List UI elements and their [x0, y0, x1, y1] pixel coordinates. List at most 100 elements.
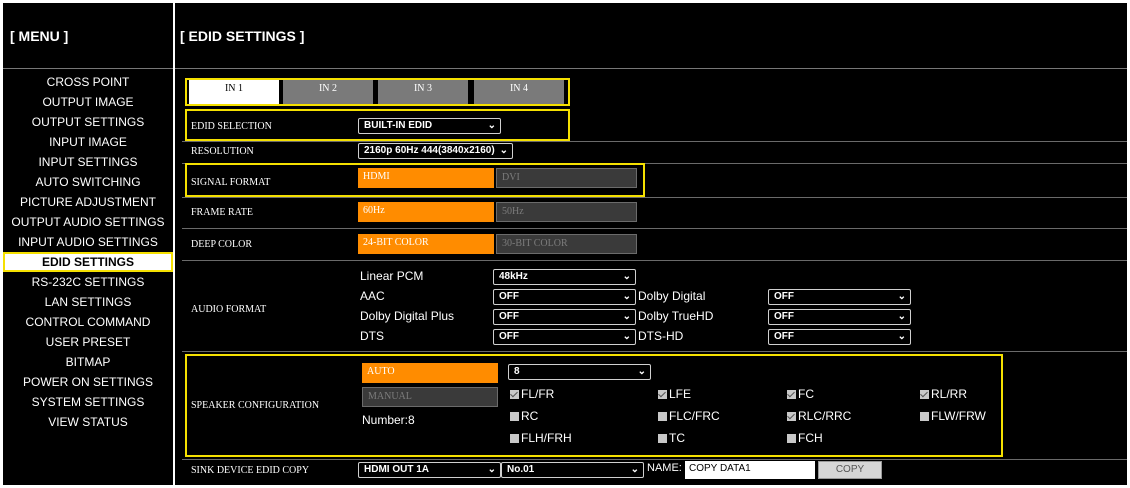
dolby-digital-plus-select[interactable]: OFF ⌄: [493, 309, 636, 325]
checkbox-flw-frw[interactable]: FLW/FRW: [920, 409, 986, 423]
deep-color-label: DEEP COLOR: [191, 239, 253, 250]
speaker-auto-button[interactable]: AUTO: [362, 363, 498, 383]
frame-rate-label: FRAME RATE: [191, 207, 253, 218]
page-title: [ EDID SETTINGS ]: [175, 3, 1127, 69]
checkbox-fch-label: FCH: [798, 431, 823, 445]
dolby-digital-plus-label: Dolby Digital Plus: [360, 309, 455, 323]
speaker-count-select[interactable]: 8 ⌄: [508, 364, 651, 380]
sink-output-select[interactable]: HDMI OUT 1A ⌄: [358, 462, 501, 478]
divider: [182, 228, 1127, 229]
checkbox-flh-frh[interactable]: FLH/FRH: [510, 431, 572, 445]
checkbox-fc[interactable]: FC: [787, 387, 814, 401]
checkbox-flh-frh-label: FLH/FRH: [521, 431, 572, 445]
menu-item-output-image[interactable]: OUTPUT IMAGE: [3, 92, 173, 112]
divider: [182, 141, 1127, 142]
tab-in-1[interactable]: IN 1: [189, 80, 279, 104]
menu-item-picture-adjustment[interactable]: PICTURE ADJUSTMENT: [3, 192, 173, 212]
menu-item-output-settings[interactable]: OUTPUT SETTINGS: [3, 112, 173, 132]
frame-rate-50hz-button[interactable]: 50Hz: [496, 202, 637, 222]
menu-item-input-image[interactable]: INPUT IMAGE: [3, 132, 173, 152]
chevron-down-icon: ⌄: [487, 464, 496, 475]
chevron-down-icon: ⌄: [487, 120, 496, 131]
checkbox-unchecked-icon: [658, 412, 667, 421]
menu-item-output-audio-settings[interactable]: OUTPUT AUDIO SETTINGS: [3, 212, 173, 232]
dts-hd-value: OFF: [774, 331, 794, 342]
dolby-truehd-value: OFF: [774, 311, 794, 322]
checkbox-rc[interactable]: RC: [510, 409, 538, 423]
dolby-truehd-label: Dolby TrueHD: [638, 309, 714, 323]
resolution-select[interactable]: 2160p 60Hz 444(3840x2160) ⌄: [358, 143, 513, 159]
linear-pcm-select[interactable]: 48kHz ⌄: [493, 269, 636, 285]
checkbox-rlc-rrc[interactable]: RLC/RRC: [787, 409, 851, 423]
dts-select[interactable]: OFF ⌄: [493, 329, 636, 345]
edid-selection-select[interactable]: BUILT-IN EDID ⌄: [358, 118, 501, 134]
checkbox-checked-icon: [658, 390, 667, 399]
speaker-count-value: 8: [514, 366, 520, 377]
signal-format-label: SIGNAL FORMAT: [191, 177, 271, 188]
audio-format-label: AUDIO FORMAT: [191, 304, 267, 315]
menu-item-power-on-settings[interactable]: POWER ON SETTINGS: [3, 372, 173, 392]
input-tabs: IN 1 IN 2 IN 3 IN 4: [185, 78, 570, 106]
checkbox-flw-frw-label: FLW/FRW: [931, 409, 986, 423]
divider: [182, 260, 1127, 261]
menu-item-rs232c-settings[interactable]: RS-232C SETTINGS: [3, 272, 173, 292]
dolby-truehd-select[interactable]: OFF ⌄: [768, 309, 911, 325]
checkbox-fch[interactable]: FCH: [787, 431, 823, 445]
deep-color-30bit-button[interactable]: 30-BIT COLOR: [496, 234, 637, 254]
checkbox-unchecked-icon: [510, 412, 519, 421]
menu-item-input-settings[interactable]: INPUT SETTINGS: [3, 152, 173, 172]
checkbox-lfe[interactable]: LFE: [658, 387, 691, 401]
menu-item-edid-settings[interactable]: EDID SETTINGS: [3, 252, 173, 272]
tab-in-2[interactable]: IN 2: [283, 80, 373, 104]
dolby-digital-value: OFF: [774, 291, 794, 302]
tab-in-4[interactable]: IN 4: [474, 80, 564, 104]
menu-item-view-status[interactable]: VIEW STATUS: [3, 412, 173, 432]
dts-value: OFF: [499, 331, 519, 342]
edid-selection-value: BUILT-IN EDID: [364, 120, 433, 131]
menu-item-auto-switching[interactable]: AUTO SWITCHING: [3, 172, 173, 192]
signal-format-dvi-button[interactable]: DVI: [496, 168, 637, 188]
menu-item-cross-point[interactable]: CROSS POINT: [3, 72, 173, 92]
menu-item-system-settings[interactable]: SYSTEM SETTINGS: [3, 392, 173, 412]
frame-rate-60hz-button[interactable]: 60Hz: [358, 202, 494, 222]
chevron-down-icon: ⌄: [637, 366, 646, 377]
menu-item-input-audio-settings[interactable]: INPUT AUDIO SETTINGS: [3, 232, 173, 252]
speaker-manual-button[interactable]: MANUAL: [362, 387, 498, 407]
dts-label: DTS: [360, 329, 384, 343]
sink-output-value: HDMI OUT 1A: [364, 464, 429, 475]
checkbox-flc-frc-label: FLC/FRC: [669, 409, 720, 423]
checkbox-unchecked-icon: [787, 434, 796, 443]
edid-settings-panel: IN 1 IN 2 IN 3 IN 4 EDID SELECTION BUILT…: [182, 72, 1127, 485]
checkbox-flc-frc[interactable]: FLC/FRC: [658, 409, 720, 423]
sink-slot-select[interactable]: No.01 ⌄: [501, 462, 644, 478]
checkbox-fl-fr-label: FL/FR: [521, 387, 555, 401]
checkbox-rlc-rrc-label: RLC/RRC: [798, 409, 852, 423]
aac-select[interactable]: OFF ⌄: [493, 289, 636, 305]
menu-item-control-command[interactable]: CONTROL COMMAND: [3, 312, 173, 332]
dts-hd-select[interactable]: OFF ⌄: [768, 329, 911, 345]
checkbox-checked-icon: [787, 412, 796, 421]
checkbox-rl-rr[interactable]: RL/RR: [920, 387, 967, 401]
dolby-digital-plus-value: OFF: [499, 311, 519, 322]
dolby-digital-select[interactable]: OFF ⌄: [768, 289, 911, 305]
menu-list: CROSS POINT OUTPUT IMAGE OUTPUT SETTINGS…: [3, 69, 173, 432]
signal-format-hdmi-button[interactable]: HDMI: [358, 168, 494, 188]
main-panel: [ EDID SETTINGS ] IN 1 IN 2 IN 3 IN 4 ED…: [175, 3, 1127, 485]
menu-item-lan-settings[interactable]: LAN SETTINGS: [3, 292, 173, 312]
speaker-configuration-label: SPEAKER CONFIGURATION: [191, 400, 320, 411]
sink-copy-label: SINK DEVICE EDID COPY: [191, 465, 310, 476]
checkbox-checked-icon: [787, 390, 796, 399]
menu-item-user-preset[interactable]: USER PRESET: [3, 332, 173, 352]
tab-in-3[interactable]: IN 3: [378, 80, 468, 104]
checkbox-tc[interactable]: TC: [658, 431, 685, 445]
copy-button[interactable]: COPY: [818, 461, 882, 479]
checkbox-fl-fr[interactable]: FL/FR: [510, 387, 554, 401]
checkbox-lfe-label: LFE: [669, 387, 692, 401]
menu-item-bitmap[interactable]: BITMAP: [3, 352, 173, 372]
name-input[interactable]: COPY DATA1: [685, 461, 815, 479]
deep-color-24bit-button[interactable]: 24-BIT COLOR: [358, 234, 494, 254]
speaker-number-text: Number:8: [362, 413, 415, 427]
chevron-down-icon: ⌄: [622, 331, 631, 342]
dts-hd-label: DTS-HD: [638, 329, 684, 343]
checkbox-unchecked-icon: [658, 434, 667, 443]
